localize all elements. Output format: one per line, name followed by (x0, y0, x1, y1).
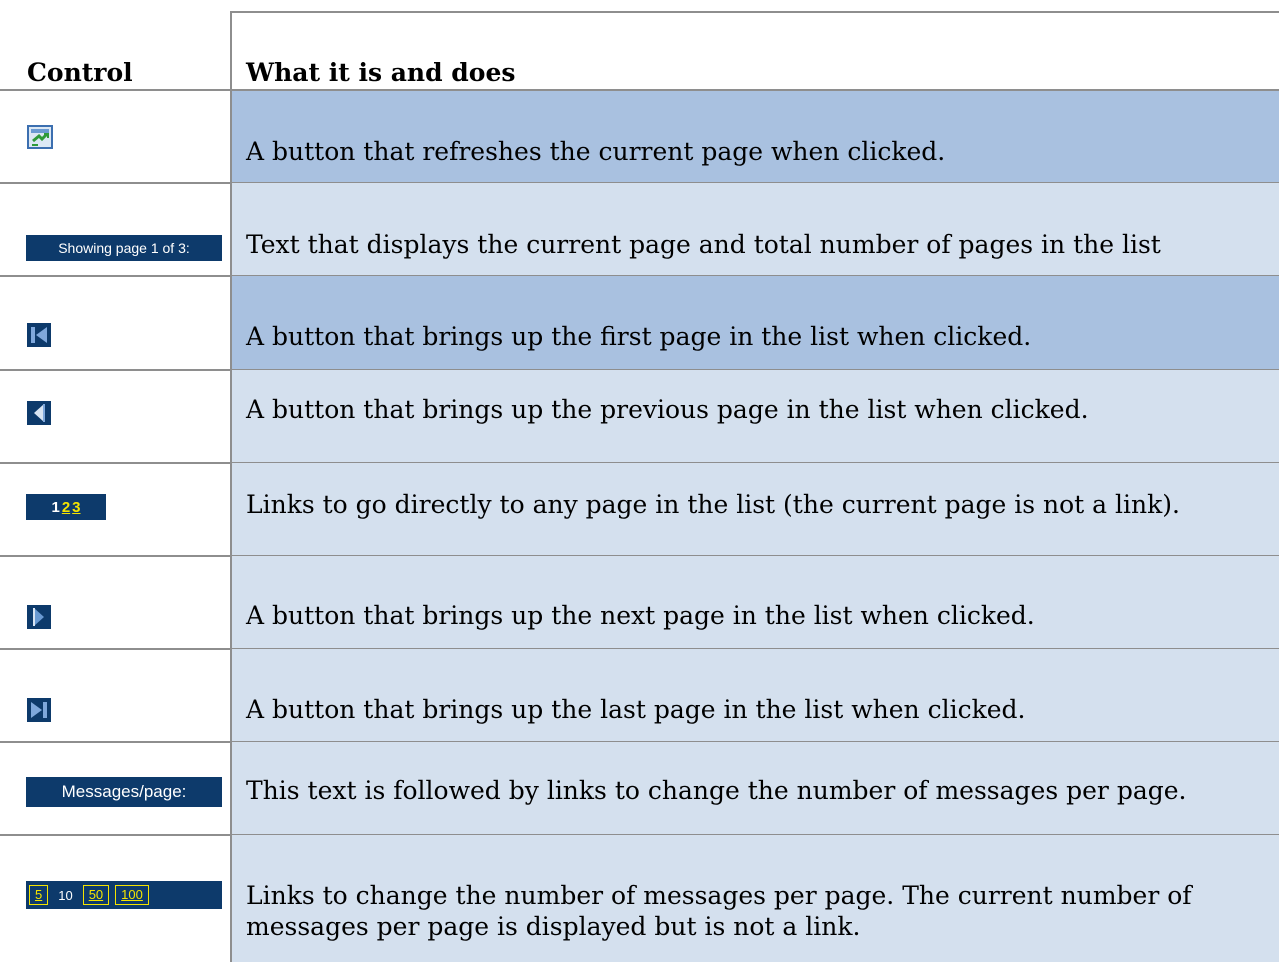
row-description-line-2: messages per page is displayed but is no… (246, 912, 861, 941)
header-description: What it is and does (246, 58, 516, 87)
table-top-rule (230, 11, 1279, 13)
page-links: 1 2 3 (26, 494, 106, 520)
per-page-option-current: 10 (58, 887, 73, 903)
row-description: A button that brings up the previous pag… (246, 395, 1089, 424)
page-link-current: 1 (51, 498, 60, 516)
row-description-line-1: Links to change the number of messages p… (246, 881, 1192, 910)
table-row: Showing page 1 of 3: Text that displays … (0, 183, 1279, 277)
row-description: A button that refreshes the current page… (246, 137, 946, 166)
last-page-icon[interactable] (27, 698, 51, 722)
per-page-option[interactable]: 5 (29, 885, 49, 905)
table-header: Control What it is and does (0, 52, 1279, 92)
refresh-icon[interactable] (27, 125, 53, 149)
table-row: 5 10 50 100 Links to change the number o… (0, 835, 1279, 962)
row-description: A button that brings up the last page in… (246, 695, 1026, 724)
messages-per-page-options: 5 10 50 100 (26, 881, 222, 909)
row-description: This text is followed by links to change… (246, 776, 1187, 805)
page-link[interactable]: 3 (72, 499, 80, 516)
showing-page-label: Showing page 1 of 3: (26, 235, 222, 261)
header-control: Control (27, 58, 133, 87)
first-page-icon[interactable] (27, 323, 51, 347)
table-row: A button that refreshes the current page… (0, 91, 1279, 184)
per-page-option[interactable]: 50 (82, 885, 110, 905)
table-row: 1 2 3 Links to go directly to any page i… (0, 463, 1279, 557)
row-description: A button that brings up the next page in… (246, 601, 1035, 630)
next-page-icon[interactable] (27, 605, 51, 629)
table-row: A button that brings up the first page i… (0, 276, 1279, 371)
per-page-option[interactable]: 100 (115, 885, 149, 905)
row-description: A button that brings up the first page i… (246, 322, 1032, 351)
table-row: A button that brings up the previous pag… (0, 370, 1279, 464)
row-description: Text that displays the current page and … (246, 230, 1161, 259)
row-description: Links to go directly to any page in the … (246, 490, 1180, 519)
messages-per-page-label: Messages/page: (26, 777, 222, 807)
previous-page-icon[interactable] (27, 401, 51, 425)
column-divider (230, 12, 232, 962)
controls-table: Control What it is and does A button tha… (0, 0, 1279, 962)
page-link[interactable]: 2 (62, 499, 70, 516)
table-row: Messages/page: This text is followed by … (0, 742, 1279, 836)
table-row: A button that brings up the last page in… (0, 649, 1279, 743)
table-row: A button that brings up the next page in… (0, 556, 1279, 650)
